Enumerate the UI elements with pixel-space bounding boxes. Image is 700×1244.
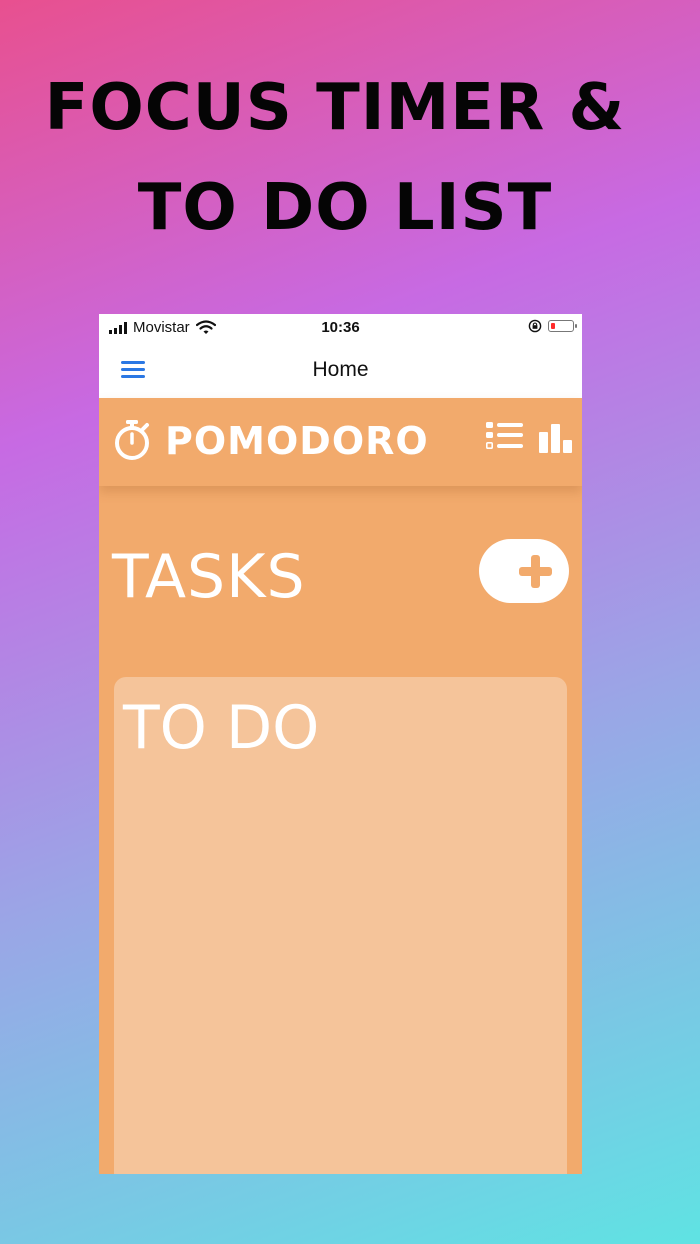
promo-headline-line2: TO DO LIST: [137, 171, 553, 245]
page-title: Home: [312, 358, 369, 381]
bar-chart-icon[interactable]: [537, 422, 579, 454]
task-list-icon[interactable]: [485, 420, 525, 456]
status-right: [528, 319, 577, 333]
app-header: POMODORO: [99, 398, 582, 486]
status-bar: Movistar 10:36: [99, 314, 582, 342]
navigation-bar: Home: [99, 342, 582, 398]
promo-headline-line1: FOCUS TIMER &: [44, 71, 626, 145]
todo-panel: TO DO: [114, 677, 567, 1174]
orientation-lock-icon: [528, 319, 542, 333]
status-time: 10:36: [321, 319, 360, 336]
phone-screen: Movistar 10:36 Home POMODORO TASKS TO DO: [99, 314, 582, 1174]
todo-heading: TO DO: [123, 693, 320, 763]
add-task-button[interactable]: [479, 539, 569, 603]
tasks-heading: TASKS: [112, 542, 306, 612]
battery-icon: [548, 320, 577, 332]
stopwatch-icon: [115, 420, 149, 460]
app-title: POMODORO: [165, 419, 429, 463]
